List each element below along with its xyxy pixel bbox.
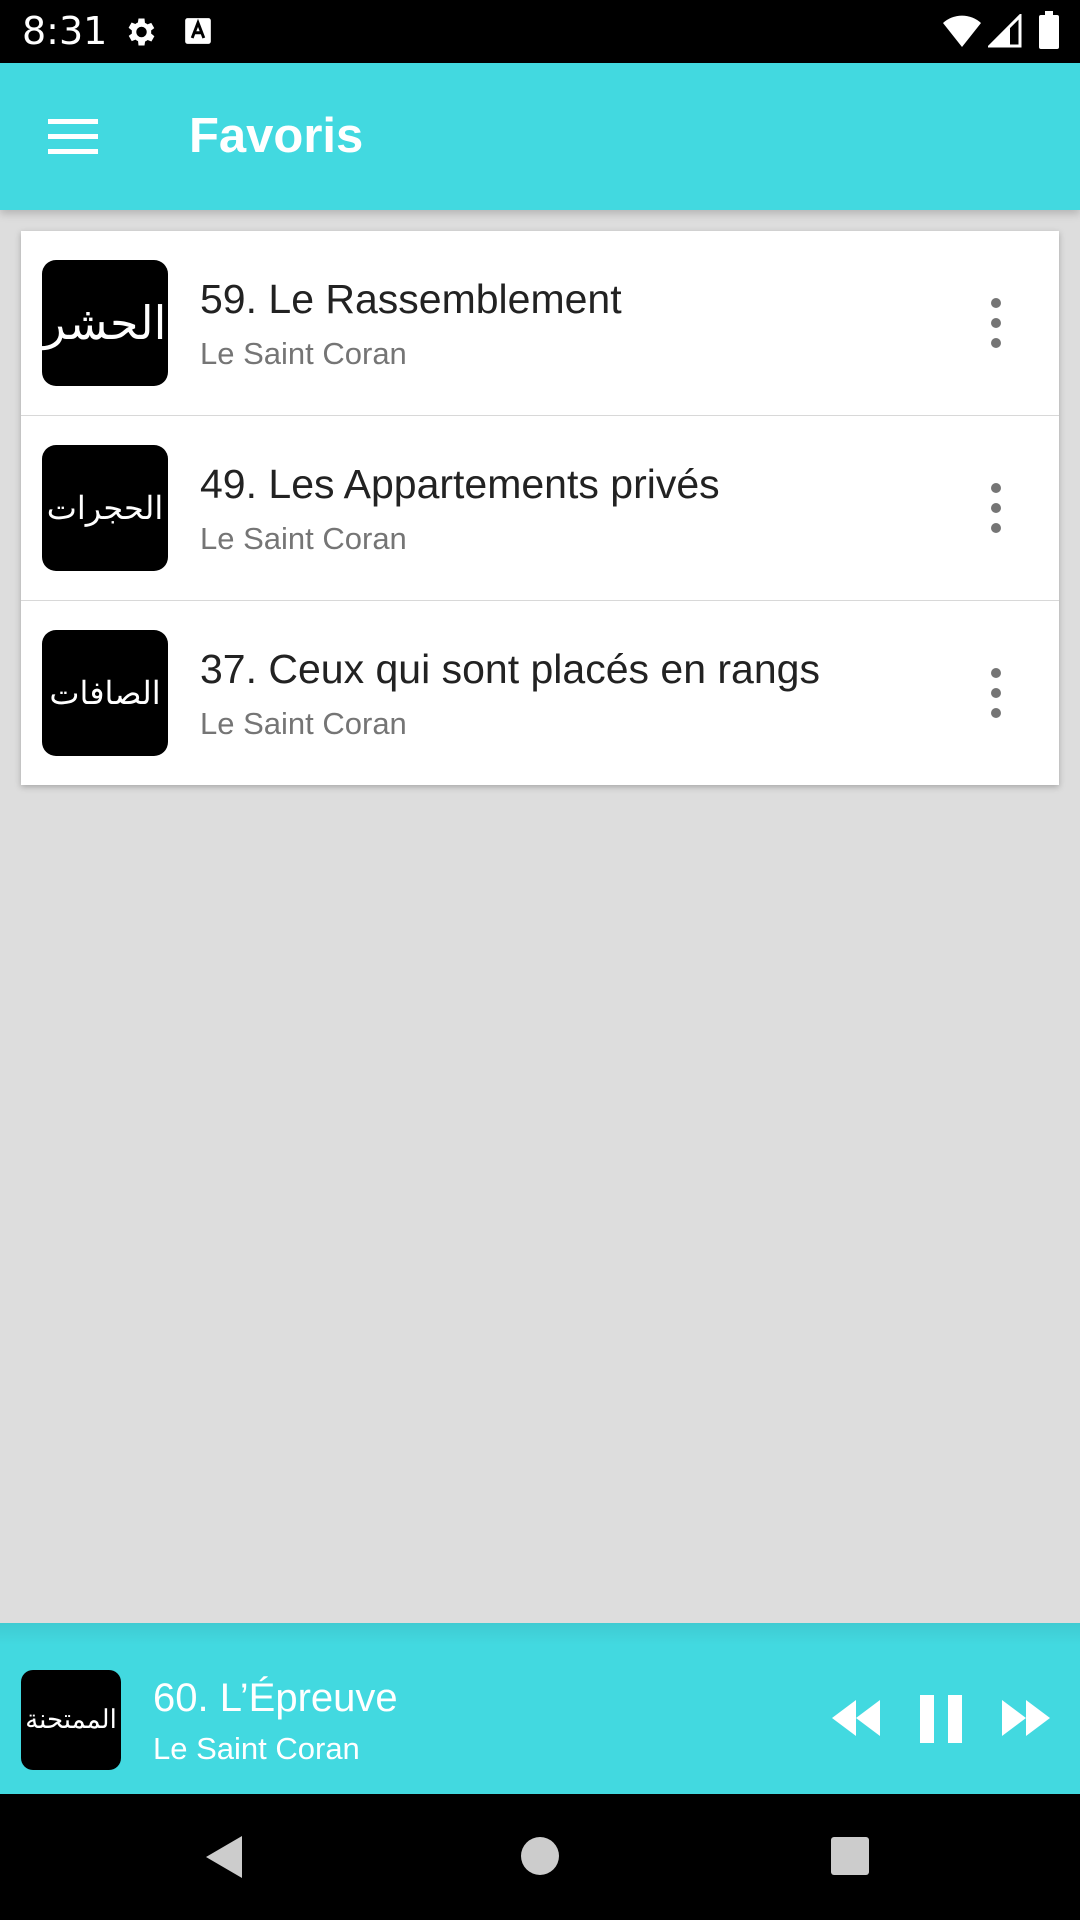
app-bar: Favoris (0, 63, 1080, 210)
more-options-icon[interactable] (981, 663, 1011, 723)
thumbnail-arabic-text: الصافات (49, 674, 161, 712)
item-title: 49. Les Appartements privés (200, 461, 720, 507)
surah-thumbnail: الحشر (42, 260, 168, 386)
more-options-icon[interactable] (981, 293, 1011, 353)
rewind-icon[interactable] (830, 1698, 882, 1738)
surah-thumbnail: الصافات (42, 630, 168, 756)
home-icon[interactable] (520, 1836, 560, 1876)
fast-forward-icon[interactable] (1000, 1698, 1052, 1738)
wifi-icon (943, 15, 981, 47)
menu-icon[interactable] (46, 117, 100, 157)
list-item[interactable]: الحشر 59. Le Rassemblement Le Saint Cora… (21, 231, 1059, 416)
thumbnail-arabic-text: الحجرات (46, 489, 164, 527)
item-subtitle: Le Saint Coran (200, 706, 407, 741)
now-playing-subtitle: Le Saint Coran (153, 1731, 360, 1766)
page-title: Favoris (189, 109, 364, 163)
item-subtitle: Le Saint Coran (200, 336, 407, 371)
more-options-icon[interactable] (981, 478, 1011, 538)
pause-icon[interactable] (918, 1695, 964, 1743)
status-time: 8:31 (22, 9, 108, 53)
signal-icon (988, 14, 1022, 48)
favorites-list: الحشر 59. Le Rassemblement Le Saint Cora… (21, 231, 1059, 785)
player-bar-edge (0, 1623, 1080, 1645)
thumbnail-arabic-text: الممتحنة (25, 1705, 117, 1735)
now-playing-bar[interactable]: الممتحنة 60. L’Épreuve Le Saint Coran (0, 1645, 1080, 1794)
item-subtitle: Le Saint Coran (200, 521, 407, 556)
a-notification-icon (185, 18, 211, 44)
item-title: 37. Ceux qui sont placés en rangs (200, 646, 820, 692)
recents-icon[interactable] (830, 1836, 870, 1876)
status-bar: 8:31 (0, 0, 1080, 63)
gear-icon (128, 18, 155, 46)
back-icon[interactable] (204, 1834, 244, 1880)
surah-thumbnail: الحجرات (42, 445, 168, 571)
now-playing-title: 60. L’Épreuve (153, 1676, 398, 1720)
system-nav-bar (0, 1794, 1080, 1920)
now-playing-thumbnail: الممتحنة (21, 1670, 121, 1770)
list-item[interactable]: الحجرات 49. Les Appartements privés Le S… (21, 416, 1059, 601)
item-title: 59. Le Rassemblement (200, 276, 622, 322)
battery-icon (1039, 11, 1059, 49)
thumbnail-arabic-text: الحشر (43, 296, 167, 350)
list-item[interactable]: الصافات 37. Ceux qui sont placés en rang… (21, 601, 1059, 786)
